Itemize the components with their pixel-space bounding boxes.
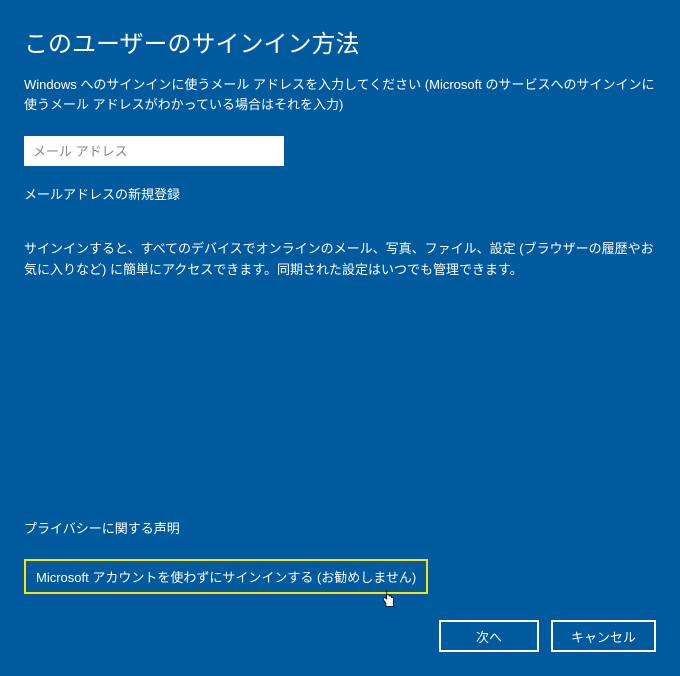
page-title: このユーザーのサインイン方法 bbox=[24, 24, 656, 59]
signin-without-account-label: Microsoft アカウントを使わずにサインインする (お勧めしません) bbox=[36, 570, 416, 585]
cursor-pointer-icon bbox=[380, 588, 398, 610]
cancel-button[interactable]: キャンセル bbox=[551, 620, 656, 652]
sync-description: サインインすると、すべてのデバイスでオンラインのメール、写真、ファイル、設定 (… bbox=[24, 239, 656, 281]
privacy-statement-link[interactable]: プライバシーに関する声明 bbox=[24, 518, 180, 537]
next-button[interactable]: 次へ bbox=[439, 620, 539, 652]
page-subtitle: Windows へのサインインに使うメール アドレスを入力してください (Mic… bbox=[24, 75, 656, 114]
register-email-link[interactable]: メールアドレスの新規登録 bbox=[24, 184, 180, 203]
signin-without-account-link[interactable]: Microsoft アカウントを使わずにサインインする (お勧めしません) bbox=[24, 559, 428, 594]
email-input[interactable] bbox=[24, 136, 284, 166]
